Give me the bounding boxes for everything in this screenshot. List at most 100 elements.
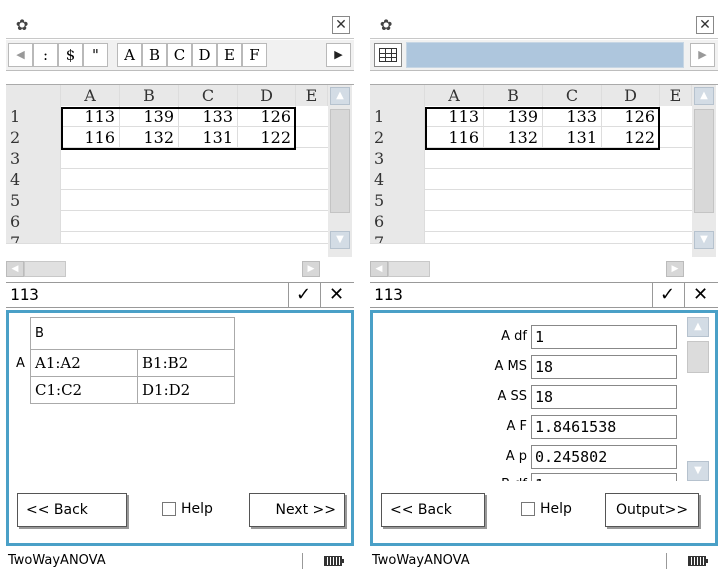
scroll-right-icon[interactable]: ▶: [326, 43, 351, 67]
row-header[interactable]: 1: [6, 106, 61, 127]
sheet-cell[interactable]: 122: [602, 127, 660, 148]
row-header[interactable]: 4: [370, 169, 425, 190]
scroll-down-icon[interactable]: ▼: [687, 461, 709, 481]
scroll-thumb[interactable]: [330, 109, 350, 213]
gear-icon[interactable]: ✿: [378, 17, 394, 33]
scroll-down-icon[interactable]: ▼: [694, 231, 714, 249]
spreadsheet[interactable]: A B C D E 1 113 139 133 126 2 116 132 13…: [370, 84, 718, 279]
row-header[interactable]: 1: [370, 106, 425, 127]
close-icon[interactable]: ✕: [696, 16, 714, 34]
spreadsheet[interactable]: A B C D E 1 113 139 133 126 2 116 132 13…: [6, 84, 354, 279]
edit-line[interactable]: 113 ✓ ✕: [370, 282, 718, 308]
range-field[interactable]: D1:D2: [137, 376, 235, 404]
sheet-cell[interactable]: 116: [61, 127, 120, 148]
back-button[interactable]: << Back: [17, 493, 127, 527]
row-header[interactable]: 5: [6, 190, 61, 211]
row-header[interactable]: 3: [370, 148, 425, 169]
row-header[interactable]: 2: [6, 127, 61, 148]
column-header[interactable]: A: [425, 85, 484, 106]
vertical-scrollbar[interactable]: ▲ ▼: [328, 85, 352, 257]
column-header[interactable]: C: [179, 85, 238, 106]
toolbar-button-c[interactable]: C: [167, 43, 192, 67]
scroll-thumb[interactable]: [694, 109, 714, 213]
column-header[interactable]: E: [660, 85, 692, 106]
toolbar-button-dollar[interactable]: $: [58, 43, 83, 67]
result-value[interactable]: 1: [531, 473, 677, 481]
row-header[interactable]: 7: [370, 232, 425, 243]
column-header[interactable]: C: [543, 85, 602, 106]
gear-icon[interactable]: ✿: [14, 17, 30, 33]
scroll-up-icon[interactable]: ▲: [687, 317, 709, 337]
cancel-icon[interactable]: ✕: [684, 283, 716, 307]
sheet-cell[interactable]: 126: [238, 106, 296, 127]
row-header[interactable]: 6: [6, 211, 61, 232]
edit-line-value[interactable]: 113: [10, 283, 39, 307]
scroll-left-icon[interactable]: ◀: [8, 43, 33, 67]
column-header[interactable]: A: [61, 85, 120, 106]
edit-line-value[interactable]: 113: [374, 283, 403, 307]
scroll-right-icon[interactable]: ▶: [690, 43, 715, 67]
checkmark-icon[interactable]: ✓: [652, 283, 682, 307]
scroll-right-icon[interactable]: ▶: [302, 261, 320, 277]
toolbar-button-e[interactable]: E: [217, 43, 242, 67]
range-field[interactable]: A1:A2: [30, 349, 138, 377]
scroll-right-icon[interactable]: ▶: [666, 261, 684, 277]
toolbar-button-quote[interactable]: ": [83, 43, 108, 67]
vertical-scrollbar[interactable]: ▲ ▼: [692, 85, 716, 257]
result-value[interactable]: 18: [531, 355, 677, 379]
next-button[interactable]: Next >>: [249, 493, 345, 527]
toolbar-button-d[interactable]: D: [192, 43, 217, 67]
sheet-cell[interactable]: 122: [238, 127, 296, 148]
scroll-thumb[interactable]: [687, 341, 709, 373]
result-value[interactable]: 18: [531, 385, 677, 409]
scroll-left-icon[interactable]: ◀: [370, 261, 388, 277]
sheet-cell[interactable]: 139: [484, 106, 543, 127]
sheet-cell[interactable]: 113: [61, 106, 120, 127]
sheet-cell[interactable]: 133: [543, 106, 602, 127]
scroll-thumb[interactable]: [24, 261, 66, 277]
column-header[interactable]: E: [296, 85, 328, 106]
row-header[interactable]: 5: [370, 190, 425, 211]
cancel-icon[interactable]: ✕: [320, 283, 352, 307]
edit-line[interactable]: 113 ✓ ✕: [6, 282, 354, 308]
scroll-left-icon[interactable]: ◀: [6, 261, 24, 277]
row-header[interactable]: 6: [370, 211, 425, 232]
range-field[interactable]: B1:B2: [137, 349, 235, 377]
column-header[interactable]: B: [120, 85, 179, 106]
result-value[interactable]: 1: [531, 325, 677, 349]
horizontal-scrollbar[interactable]: ◀ ▶: [370, 261, 692, 279]
column-header[interactable]: D: [238, 85, 296, 106]
column-header[interactable]: D: [602, 85, 660, 106]
result-value[interactable]: 1.8461538: [531, 415, 677, 439]
sheet-cell[interactable]: 132: [484, 127, 543, 148]
sheet-cell[interactable]: 116: [425, 127, 484, 148]
sheet-cell[interactable]: 126: [602, 106, 660, 127]
help-checkbox[interactable]: [162, 502, 176, 516]
row-header[interactable]: 3: [6, 148, 61, 169]
results-scrollbar[interactable]: ▲ ▼: [687, 317, 709, 483]
sheet-cell[interactable]: 133: [179, 106, 238, 127]
sheet-cell[interactable]: 131: [543, 127, 602, 148]
range-field[interactable]: C1:C2: [30, 376, 138, 404]
output-button[interactable]: Output>>: [605, 493, 699, 527]
row-header[interactable]: 4: [6, 169, 61, 190]
sheet-cell[interactable]: 131: [179, 127, 238, 148]
sheet-cell[interactable]: 132: [120, 127, 179, 148]
back-button[interactable]: << Back: [381, 493, 485, 527]
row-header[interactable]: 2: [370, 127, 425, 148]
scroll-down-icon[interactable]: ▼: [330, 231, 350, 249]
close-icon[interactable]: ✕: [332, 16, 350, 34]
toolbar-button-f[interactable]: F: [242, 43, 267, 67]
sheet-cell[interactable]: 113: [425, 106, 484, 127]
help-checkbox[interactable]: [521, 502, 535, 516]
horizontal-scrollbar[interactable]: ◀ ▶: [6, 261, 328, 279]
toolbar-button-a[interactable]: A: [117, 43, 142, 67]
toolbar-button-colon[interactable]: :: [33, 43, 58, 67]
result-value[interactable]: 0.245802: [531, 445, 677, 469]
toolbar-button-b[interactable]: B: [142, 43, 167, 67]
scroll-thumb[interactable]: [388, 261, 430, 277]
scroll-up-icon[interactable]: ▲: [694, 87, 714, 105]
scroll-up-icon[interactable]: ▲: [330, 87, 350, 105]
sheet-cell[interactable]: 139: [120, 106, 179, 127]
checkmark-icon[interactable]: ✓: [288, 283, 318, 307]
